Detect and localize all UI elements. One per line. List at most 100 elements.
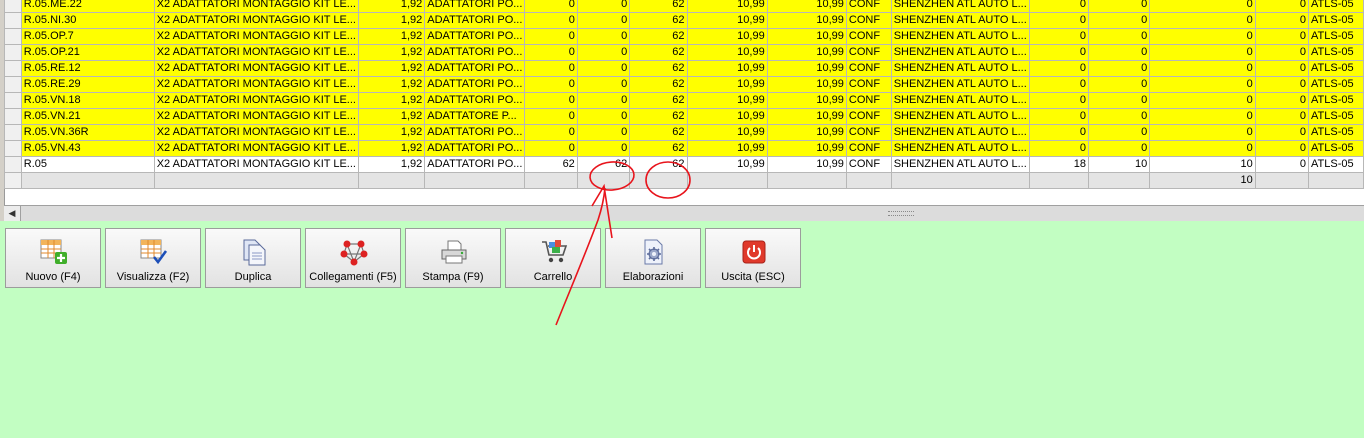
row-indicator[interactable] <box>4 76 22 93</box>
table-cell[interactable]: 0 <box>1149 0 1256 13</box>
visualizza-button[interactable]: Visualizza (F2) <box>105 228 201 288</box>
row-indicator[interactable] <box>4 12 22 29</box>
table-cell[interactable]: X2 ADATTATORI MONTAGGIO KIT LE... <box>153 12 359 29</box>
table-cell[interactable] <box>686 172 768 189</box>
horizontal-scrollbar[interactable]: ◀ <box>4 205 1364 221</box>
table-cell[interactable]: 10,99 <box>766 44 847 61</box>
table-cell[interactable]: CONF <box>845 60 892 77</box>
table-row[interactable]: R.05.OP.7 X2 ADATTATORI MONTAGGIO KIT LE.… <box>4 28 1364 45</box>
table-cell[interactable]: 0 <box>1254 60 1310 77</box>
table-cell[interactable]: 0 <box>524 0 578 13</box>
table-cell[interactable]: SHENZHEN ATL AUTO L... <box>890 140 1030 157</box>
table-cell[interactable]: 1,92 <box>357 124 426 141</box>
table-cell[interactable]: 62 <box>629 0 688 13</box>
table-cell[interactable] <box>357 172 426 189</box>
table-cell[interactable]: SHENZHEN ATL AUTO L... <box>890 124 1030 141</box>
table-cell[interactable]: 62 <box>629 76 688 93</box>
table-cell[interactable]: 0 <box>1149 76 1256 93</box>
table-cell[interactable]: CONF <box>845 124 892 141</box>
table-cell[interactable]: 62 <box>629 44 688 61</box>
table-cell[interactable]: ADATTATORE P... <box>424 108 526 125</box>
table-cell[interactable]: 0 <box>1088 76 1151 93</box>
table-cell[interactable]: SHENZHEN ATL AUTO L... <box>890 12 1030 29</box>
table-cell[interactable] <box>845 172 892 189</box>
table-cell[interactable]: 0 <box>1088 28 1151 45</box>
table-cell[interactable]: 0 <box>1088 108 1151 125</box>
table-cell[interactable]: 0 <box>1088 12 1151 29</box>
table-cell[interactable]: ATLS-05 <box>1308 44 1364 61</box>
table-cell[interactable]: ATLS-05 <box>1308 60 1364 77</box>
table-cell[interactable]: 10,99 <box>766 12 847 29</box>
table-row[interactable]: R.05 X2 ADATTATORI MONTAGGIO KIT LE... 1,9… <box>4 156 1364 173</box>
table-cell[interactable]: ATLS-05 <box>1308 156 1364 173</box>
table-cell[interactable]: 0 <box>1028 44 1090 61</box>
table-cell[interactable]: 0 <box>524 44 578 61</box>
table-cell[interactable]: SHENZHEN ATL AUTO L... <box>890 0 1030 13</box>
table-row[interactable]: R.05.ME.22 X2 ADATTATORI MONTAGGIO KIT LE… <box>4 0 1364 13</box>
table-cell[interactable]: 10,99 <box>766 0 847 13</box>
table-cell[interactable]: 1,92 <box>357 76 426 93</box>
table-row[interactable]: R.05.VN.43 X2 ADATTATORI MONTAGGIO KIT LE… <box>4 140 1364 157</box>
table-cell[interactable]: CONF <box>845 12 892 29</box>
table-cell[interactable]: R.05.NI.30 <box>20 12 155 29</box>
table-cell[interactable]: 0 <box>1149 28 1256 45</box>
table-cell[interactable]: 1,92 <box>357 28 426 45</box>
table-cell[interactable]: 62 <box>629 108 688 125</box>
table-cell[interactable]: ADATTATORI PO... <box>424 0 526 13</box>
table-cell[interactable]: 0 <box>576 0 631 13</box>
table-cell[interactable]: R.05.RE.12 <box>20 60 155 77</box>
collegamenti-button[interactable]: Collegamenti (F5) <box>305 228 401 288</box>
table-cell[interactable]: 10,99 <box>686 156 768 173</box>
table-row[interactable]: R.05.RE.29 X2 ADATTATORI MONTAGGIO KIT LE… <box>4 76 1364 93</box>
table-cell[interactable]: 1,92 <box>357 0 426 13</box>
table-cell[interactable]: R.05.OP.21 <box>20 44 155 61</box>
table-cell[interactable]: CONF <box>845 44 892 61</box>
table-cell[interactable] <box>1254 172 1310 189</box>
table-cell[interactable]: ADATTATORI PO... <box>424 92 526 109</box>
table-cell[interactable] <box>890 172 1030 189</box>
table-cell[interactable]: 0 <box>524 60 578 77</box>
table-cell[interactable]: 0 <box>576 108 631 125</box>
table-cell[interactable]: R.05.VN.43 <box>20 140 155 157</box>
table-cell[interactable]: 10 <box>1149 156 1256 173</box>
table-cell[interactable]: ADATTATORI PO... <box>424 44 526 61</box>
table-cell[interactable]: 0 <box>1254 28 1310 45</box>
table-cell[interactable]: 62 <box>524 156 578 173</box>
table-cell[interactable]: 10,99 <box>686 12 768 29</box>
table-cell[interactable]: 0 <box>1149 124 1256 141</box>
table-cell[interactable]: ADATTATORI PO... <box>424 76 526 93</box>
table-cell[interactable]: 0 <box>576 44 631 61</box>
table-cell[interactable]: 0 <box>1254 76 1310 93</box>
table-cell[interactable]: 0 <box>1028 60 1090 77</box>
table-cell[interactable]: ATLS-05 <box>1308 92 1364 109</box>
table-cell[interactable]: 0 <box>1088 0 1151 13</box>
table-cell[interactable]: 10,99 <box>686 108 768 125</box>
table-cell[interactable]: 0 <box>1254 156 1310 173</box>
table-cell[interactable]: CONF <box>845 76 892 93</box>
table-cell[interactable]: 0 <box>1254 0 1310 13</box>
table-cell[interactable]: 0 <box>1149 92 1256 109</box>
table-cell[interactable]: X2 ADATTATORI MONTAGGIO KIT LE... <box>153 92 359 109</box>
row-indicator[interactable] <box>4 172 22 189</box>
table-cell[interactable] <box>766 172 847 189</box>
row-indicator[interactable] <box>4 28 22 45</box>
table-cell[interactable]: ADATTATORI PO... <box>424 124 526 141</box>
table-cell[interactable]: 1,92 <box>357 108 426 125</box>
table-cell[interactable] <box>524 172 578 189</box>
table-cell[interactable]: 1,92 <box>357 92 426 109</box>
table-cell[interactable]: 10,99 <box>686 76 768 93</box>
table-cell[interactable]: SHENZHEN ATL AUTO L... <box>890 60 1030 77</box>
table-cell[interactable]: ADATTATORI PO... <box>424 156 526 173</box>
table-row[interactable]: R.05.OP.21 X2 ADATTATORI MONTAGGIO KIT LE… <box>4 44 1364 61</box>
table-cell[interactable]: ATLS-05 <box>1308 124 1364 141</box>
table-cell[interactable]: SHENZHEN ATL AUTO L... <box>890 28 1030 45</box>
table-cell[interactable]: 1,92 <box>357 44 426 61</box>
table-cell[interactable]: 10,99 <box>686 44 768 61</box>
row-indicator[interactable] <box>4 108 22 125</box>
scroll-left-icon[interactable]: ◀ <box>4 206 21 221</box>
table-cell[interactable]: 10,99 <box>766 108 847 125</box>
table-cell[interactable]: 0 <box>1028 0 1090 13</box>
table-cell[interactable]: R.05.ME.22 <box>20 0 155 13</box>
table-cell[interactable]: R.05.RE.29 <box>20 76 155 93</box>
table-cell[interactable]: 62 <box>629 92 688 109</box>
